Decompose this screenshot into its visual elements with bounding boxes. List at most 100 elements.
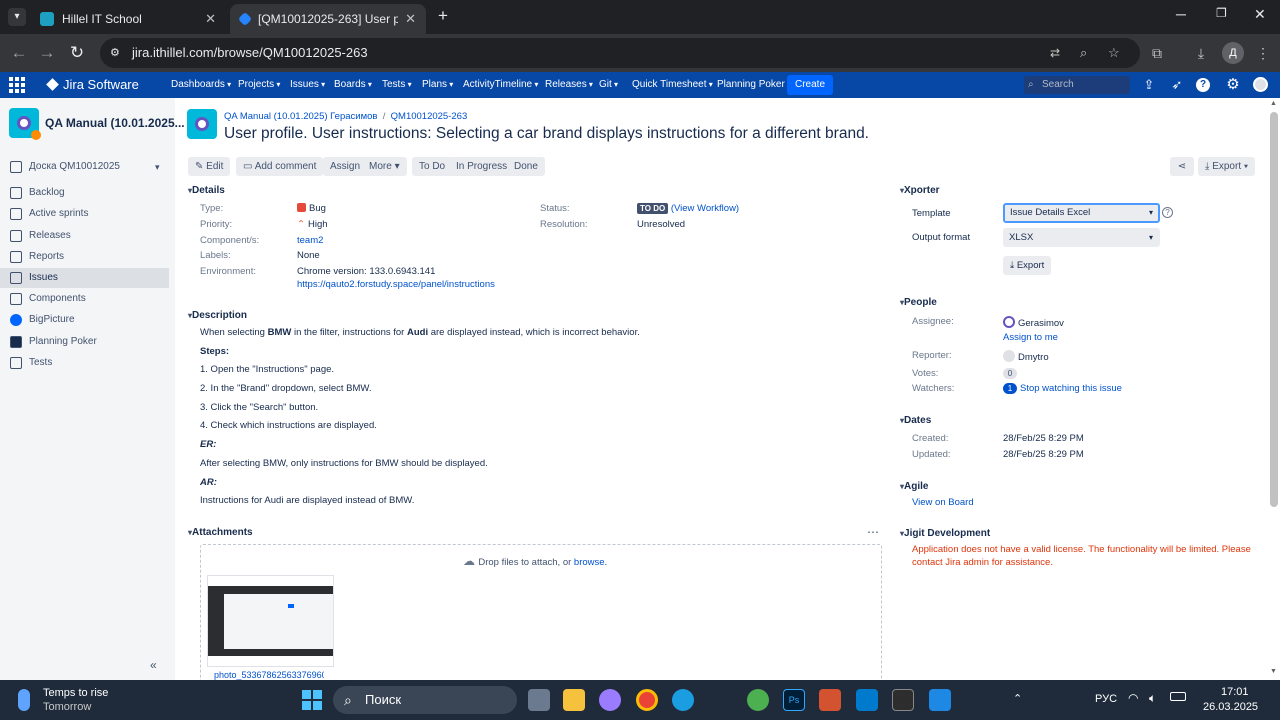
environment-link[interactable]: https://qauto2.forstudy.space/panel/inst… [297,279,495,290]
bookmark-star-icon[interactable]: ☆ [1108,38,1120,68]
nav-projects[interactable]: Projects [238,72,280,98]
chrome-icon[interactable] [636,689,658,711]
app-icon[interactable] [929,689,951,711]
attachments-heading[interactable]: Attachments [188,527,253,538]
attachment-dropzone[interactable]: ☁ Drop files to attach, or browse. photo… [200,544,882,684]
wifi-icon[interactable]: ◠ [1128,691,1138,705]
output-format-select[interactable]: XLSX ▾ [1003,228,1160,247]
weather-icon[interactable] [18,689,30,711]
task-view-icon[interactable] [528,689,550,711]
profile-avatar[interactable]: Д [1222,42,1244,64]
sidebar-item-issues[interactable]: Issues [0,268,169,288]
attachments-more-icon[interactable]: ⋯ [867,525,879,539]
sidebar-item-bigpicture[interactable]: BigPicture [0,310,169,330]
chevron-up-icon[interactable]: ⌃ [1013,692,1022,705]
sidebar-board-selector[interactable]: Доска QM10012025 ▾ [0,157,169,177]
reload-icon[interactable]: ↻ [66,42,88,64]
browser-tab-jira[interactable]: [QM10012025-263] User profile ✕ [230,4,426,34]
collapse-sidebar-icon[interactable]: « [150,658,157,672]
scroll-up-icon[interactable]: ▲ [1270,100,1277,107]
sidebar-item-reports[interactable]: Reports [0,247,169,267]
close-tab-icon[interactable]: ✕ [405,11,416,27]
browser-tab-hillel[interactable]: Hillel IT School ✕ [30,4,226,34]
photoshop-icon[interactable]: Ps [783,689,805,711]
template-help-icon[interactable]: ? [1162,207,1173,218]
settings-gear-icon[interactable]: ⚙ [1224,76,1242,94]
xporter-heading[interactable]: Xporter [900,185,940,196]
assignee-value[interactable]: Gerasimov [1003,316,1064,329]
create-button[interactable]: Create [787,75,834,95]
close-tab-icon[interactable]: ✕ [205,11,216,27]
view-workflow-link[interactable]: (View Workflow) [671,203,739,214]
issue-title[interactable]: User profile. User instructions: Selecti… [224,125,869,143]
translate-icon[interactable]: ⇄ [1050,38,1060,68]
zoom-icon[interactable]: ⌕ [1080,38,1087,68]
stop-watching-link[interactable]: Stop watching this issue [1020,383,1122,394]
language-indicator[interactable]: РУС [1095,693,1117,705]
sidebar-item-components[interactable]: Components [0,289,169,309]
tab-list-button[interactable]: ▾ [8,8,26,26]
xporter-export-button[interactable]: ⤓ Export [1003,256,1052,275]
forward-icon[interactable]: → [36,42,58,64]
votes-badge[interactable]: 0 [1003,368,1017,379]
user-avatar[interactable] [1253,77,1268,92]
browser-menu-icon[interactable]: ⋮ [1252,42,1274,64]
terminal-icon[interactable] [892,689,914,711]
dates-heading[interactable]: Dates [900,415,931,426]
add-comment-button[interactable]: ▭ Add comment [236,157,324,176]
nav-boards[interactable]: Boards [334,72,372,98]
search-input[interactable]: ⌕ Search [1024,76,1130,94]
scroll-down-icon[interactable]: ▼ [1270,668,1277,675]
description-heading[interactable]: Description [188,310,247,321]
copilot-icon[interactable] [599,689,621,711]
more-button[interactable]: More ▾ [362,157,407,176]
browse-link[interactable]: browse. [574,557,607,568]
details-heading[interactable]: Details [188,185,225,196]
battery-icon[interactable] [1170,692,1186,701]
assign-to-me-link[interactable]: Assign to me [1003,332,1058,343]
jira-logo[interactable]: Jira Software [46,72,139,98]
assign-button[interactable]: Assign [323,157,368,176]
breadcrumb-project-link[interactable]: QA Manual (10.01.2025) Герасимов [224,111,377,122]
template-select[interactable]: Issue Details Excel ▾ [1003,203,1160,223]
volume-icon[interactable]: 🔈︎ [1149,691,1156,706]
people-heading[interactable]: People [900,297,937,308]
site-info-icon[interactable]: ⚙ [110,38,120,68]
restore-icon[interactable]: ❐ [1216,6,1227,20]
file-explorer-icon[interactable] [563,689,585,711]
taskbar-search[interactable]: ⌕ Поиск [333,686,517,714]
extensions-icon[interactable]: ⧉ [1146,42,1168,64]
to-do-button[interactable]: To Do [412,157,453,176]
breadcrumb-issue-key-link[interactable]: QM10012025-263 [391,111,468,122]
nav-plans[interactable]: Plans [422,72,453,98]
nav-activitytimeline[interactable]: ActivityTimeline [463,72,538,98]
agile-heading[interactable]: Agile [900,481,928,492]
clock-time[interactable]: 17:01 [1221,686,1249,698]
nav-releases[interactable]: Releases [545,72,593,98]
page-scrollbar[interactable] [1270,112,1278,507]
attachment-file-name[interactable]: photo_53367862563376960... [214,670,324,680]
clock-date[interactable]: 26.03.2025 [1203,701,1258,713]
export-dropdown-button[interactable]: ⤓ Export ▾ [1198,157,1256,176]
jigit-heading[interactable]: Jigit Development [900,528,990,539]
address-bar[interactable]: ⚙ jira.ithillel.com/browse/QM10012025-26… [100,38,1140,68]
in-progress-button[interactable]: In Progress [449,157,515,176]
share-button[interactable]: ⋖ [1170,157,1194,176]
component-link[interactable]: team2 [297,235,323,246]
vscode-icon[interactable] [856,689,878,711]
sidebar-item-active-sprints[interactable]: Active sprints [0,204,169,224]
nav-issues[interactable]: Issues [290,72,325,98]
attachment-thumbnail[interactable] [207,575,334,667]
utorrent-icon[interactable] [747,689,769,711]
project-avatar[interactable] [9,108,41,140]
edit-button[interactable]: ✎ Edit [188,157,231,176]
done-button[interactable]: Done [507,157,545,176]
feedback-icon[interactable]: ➶ [1168,76,1186,94]
app-switcher-icon[interactable] [9,77,25,93]
reporter-value[interactable]: Dmytro [1003,350,1049,363]
project-name[interactable]: QA Manual (10.01.2025... [45,116,185,130]
nav-dashboards[interactable]: Dashboards [171,72,231,98]
back-icon[interactable]: ← [8,42,30,64]
minimize-icon[interactable]: ─ [1176,6,1186,22]
nav-tests[interactable]: Tests [382,72,412,98]
